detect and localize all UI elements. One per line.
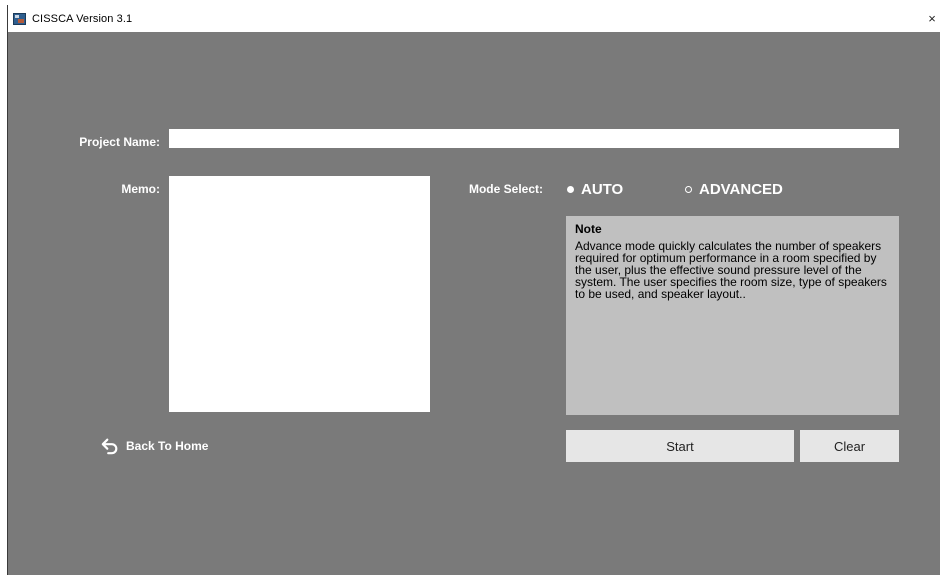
mode-advanced-label: ADVANCED: [699, 181, 783, 198]
mode-advanced-radio[interactable]: ADVANCED: [685, 181, 783, 198]
back-to-home-link[interactable]: Back To Home: [101, 437, 208, 455]
app-icon: [13, 12, 26, 25]
start-button[interactable]: Start: [566, 430, 794, 462]
memo-input[interactable]: [169, 176, 430, 412]
clear-button[interactable]: Clear: [800, 430, 899, 462]
radio-selected-icon: [567, 186, 574, 193]
back-to-home-label: Back To Home: [126, 439, 209, 453]
mode-select-label: Mode Select:: [468, 182, 543, 196]
app-window: CISSCA Version 3.1 × Project Name: Memo:…: [7, 5, 940, 575]
close-icon[interactable]: ×: [924, 5, 940, 32]
window-title: CISSCA Version 3.1: [32, 12, 133, 25]
undo-arrow-icon: [101, 438, 118, 455]
main-content: Project Name: Memo: Mode Select: AUTO AD…: [8, 32, 940, 575]
mode-auto-radio[interactable]: AUTO: [567, 181, 623, 198]
radio-unselected-icon: [685, 186, 692, 193]
project-name-label: Project Name:: [79, 135, 160, 149]
mode-auto-label: AUTO: [581, 181, 624, 198]
note-panel: Note Advance mode quickly calculates the…: [566, 216, 899, 415]
project-name-input[interactable]: [169, 129, 899, 148]
title-bar: CISSCA Version 3.1 ×: [8, 5, 940, 32]
memo-label: Memo:: [121, 182, 160, 196]
note-title: Note: [575, 222, 602, 236]
note-text: Advance mode quickly calculates the numb…: [575, 239, 887, 301]
